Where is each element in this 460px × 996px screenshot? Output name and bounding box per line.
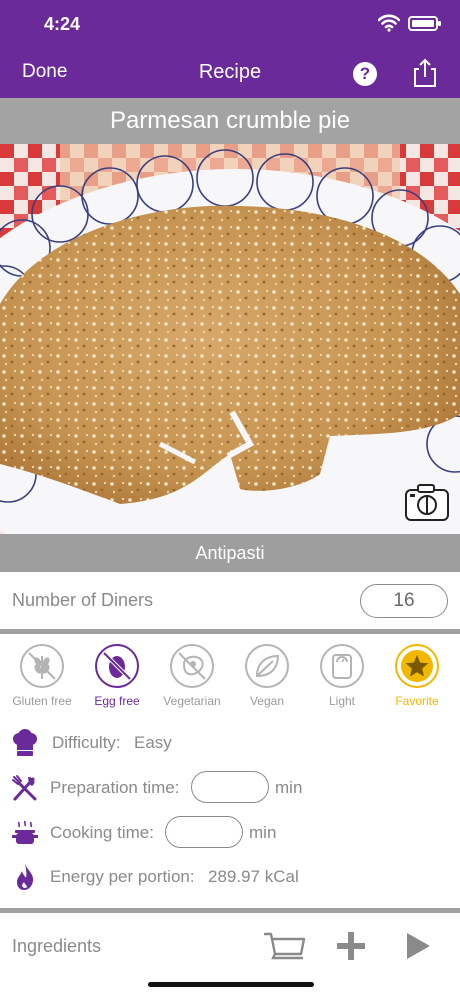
tag-vegan[interactable]: Vegan [229, 644, 305, 708]
cooking-pot-icon [12, 820, 38, 844]
egg-icon [102, 651, 132, 681]
status-icons [378, 14, 441, 32]
cooking-time-input[interactable] [165, 816, 243, 848]
tag-vegetarian[interactable]: Vegetarian [154, 644, 230, 708]
wheat-icon [28, 652, 56, 680]
tag-label: Light [328, 694, 356, 708]
play-icon[interactable] [405, 932, 431, 960]
flame-icon [17, 864, 34, 890]
divider [0, 908, 460, 913]
tag-egg-free[interactable]: Egg free [79, 644, 155, 708]
difficulty-row: Difficulty: Easy [10, 726, 450, 760]
tag-label: Vegan [249, 694, 285, 708]
cooking-time-unit: min [249, 823, 277, 842]
tag-label: Gluten free [12, 694, 72, 708]
difficulty-value[interactable]: Easy [134, 733, 172, 753]
energy-row: Energy per portion: 289.97 kCal [10, 860, 450, 894]
tag-label: Vegetarian [163, 694, 221, 708]
recipe-title: Parmesan crumble pie [0, 98, 460, 144]
page-title: Recipe [198, 61, 262, 83]
cooking-time-row: Cooking time: min [10, 816, 450, 850]
energy-value: 289.97 kCal [208, 867, 299, 886]
navigation-bar: 4:24 Done Recipe ? [0, 0, 460, 98]
battery-icon [408, 15, 441, 31]
cart-icon[interactable] [262, 931, 306, 961]
tag-favorite[interactable]: Favorite [379, 644, 455, 708]
diners-row: Number of Diners 16 [0, 574, 460, 630]
ingredients-label[interactable]: Ingredients [12, 936, 101, 957]
chef-hat-icon [13, 729, 37, 756]
prep-time-input[interactable] [191, 771, 269, 803]
diners-label: Number of Diners [12, 590, 154, 610]
home-indicator [148, 982, 314, 987]
diet-tags: Gluten free Egg free Vegetarian Vegan Li… [0, 644, 460, 716]
wifi-icon [378, 14, 400, 32]
bottom-toolbar: Ingredients [0, 920, 460, 976]
share-icon[interactable] [413, 58, 437, 88]
recipe-photo-image [0, 144, 460, 534]
divider [0, 629, 460, 634]
camera-icon[interactable] [404, 482, 450, 522]
diners-input[interactable]: 16 [360, 584, 448, 618]
recipe-photo[interactable] [0, 144, 460, 534]
cooking-time-label: Cooking time: [50, 823, 154, 842]
category-label[interactable]: Antipasti [0, 534, 460, 572]
energy-label: Energy per portion: [50, 867, 195, 886]
scale-icon [332, 654, 352, 679]
prep-time-label: Preparation time: [50, 778, 180, 797]
help-icon[interactable]: ? [353, 62, 377, 86]
status-time: 4:24 [44, 14, 81, 34]
prep-time-unit: min [275, 778, 303, 797]
recipe-screen: 4:24 Done Recipe ? Parmesan crumble pie [0, 0, 460, 996]
difficulty-label: Difficulty: [52, 733, 121, 752]
star-icon [401, 650, 433, 682]
prep-time-row: Preparation time: min [10, 771, 450, 805]
tag-label: Favorite [395, 694, 439, 708]
tag-light[interactable]: Light [304, 644, 380, 708]
plus-icon[interactable] [336, 931, 366, 961]
fork-knife-icon [12, 775, 37, 801]
leaf-icon [255, 654, 280, 678]
tag-label: Egg free [94, 694, 140, 708]
tag-gluten-free[interactable]: Gluten free [4, 644, 80, 708]
meat-icon [178, 652, 206, 680]
